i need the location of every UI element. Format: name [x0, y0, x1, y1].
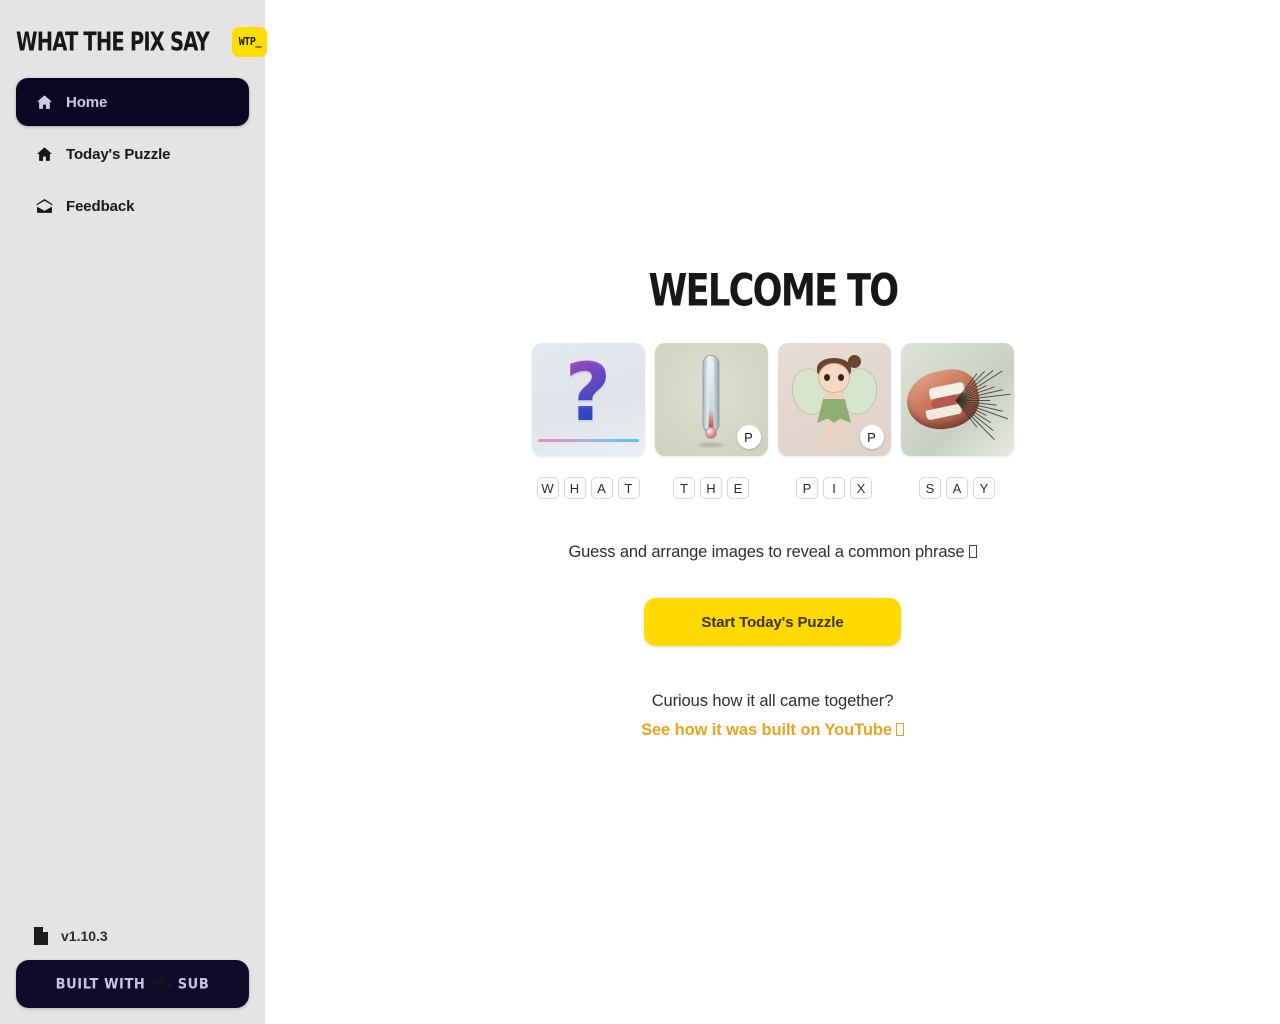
sidebar: WHAT THE PIX SAY WTP_ Home Today's Puzzl… [0, 0, 268, 1024]
sidebar-item-home[interactable]: Home [16, 78, 249, 126]
puzzle-tile-speaking-mouth-image[interactable] [900, 343, 1014, 456]
version-label: v1.10.3 [61, 928, 108, 944]
page-title: WELCOME TO [648, 264, 899, 317]
sidebar-item-label: Today's Puzzle [66, 145, 171, 163]
built-with-suffix: SUB [177, 975, 210, 993]
built-with-prefix: BUILT WITH [55, 975, 146, 993]
letter-row: S A Y [919, 477, 995, 499]
brand-logo[interactable]: WHAT THE PIX SAY WTP_ [0, 0, 268, 62]
submarine-icon: 🛥 [151, 975, 172, 992]
tagline-text: Guess and arrange images to reveal a com… [568, 543, 965, 561]
sidebar-nav: Home Today's Puzzle Feedback [0, 78, 265, 230]
letter-tile[interactable]: H [563, 477, 586, 499]
missing-glyph-icon [895, 723, 904, 736]
letter-tile[interactable]: T [673, 477, 695, 499]
sidebar-footer: v1.10.3 BUILT WITH 🛥 SUB [0, 926, 265, 1024]
envelope-icon [34, 196, 54, 216]
missing-glyph-icon [968, 545, 977, 558]
puzzle-tile-question-mark-image[interactable]: ? [531, 343, 645, 456]
youtube-link[interactable]: See how it was built on YouTube [641, 721, 904, 740]
home-icon [34, 144, 54, 164]
letter-tile[interactable]: W [536, 477, 559, 499]
letter-tile[interactable]: X [850, 477, 872, 499]
letter-row: W H A T [536, 477, 640, 499]
puzzle-word-group: P T H E [654, 343, 768, 499]
status-badge: P [736, 425, 761, 449]
sidebar-item-feedback[interactable]: Feedback [16, 182, 249, 230]
letter-tile[interactable]: Y [973, 477, 995, 499]
letter-tile[interactable]: P [796, 477, 818, 499]
home-icon [34, 92, 54, 112]
mouth-icon [900, 343, 1014, 456]
curious-text: Curious how it all came together? [651, 692, 894, 710]
youtube-link-label: See how it was built on YouTube [641, 721, 892, 739]
start-todays-puzzle-button[interactable]: Start Today's Puzzle [644, 598, 901, 646]
puzzle-preview-row: ? W H A T P T H E P P I X S A Y [531, 343, 1014, 499]
letter-row: P I X [796, 477, 872, 499]
brand-badge: WTP_ [232, 27, 268, 57]
brand-title: WHAT THE PIX SAY [16, 26, 210, 57]
letter-tile[interactable]: E [727, 477, 749, 499]
puzzle-tile-fairy-pixie-image[interactable]: P [777, 343, 891, 456]
brand-badge-label: WTP_ [238, 36, 262, 48]
letter-row: T H E [673, 477, 749, 499]
puzzle-word-group: P P I X [777, 343, 891, 499]
letter-tile[interactable]: A [946, 477, 968, 499]
puzzle-word-group: S A Y [900, 343, 1014, 499]
letter-tile[interactable]: T [617, 477, 640, 499]
letter-tile[interactable]: S [919, 477, 941, 499]
letter-tile[interactable]: I [823, 477, 845, 499]
puzzle-word-group: ? W H A T [531, 343, 645, 499]
letter-tile[interactable]: H [700, 477, 722, 499]
main-content: WELCOME TO ? W H A T P T H E P P I X S A… [265, 0, 1280, 1024]
status-badge: P [859, 425, 884, 449]
question-mark-icon: ? [531, 343, 645, 456]
letter-tile[interactable]: A [590, 477, 613, 499]
tagline: Guess and arrange images to reveal a com… [568, 543, 977, 562]
built-with-sub-badge[interactable]: BUILT WITH 🛥 SUB [16, 960, 249, 1008]
sidebar-item-label: Home [66, 93, 108, 111]
version-row: v1.10.3 [16, 926, 249, 960]
sidebar-item-label: Feedback [66, 197, 135, 215]
sidebar-item-todays-puzzle[interactable]: Today's Puzzle [16, 130, 249, 178]
puzzle-tile-thermometer-image[interactable]: P [654, 343, 768, 456]
file-icon [32, 926, 50, 946]
